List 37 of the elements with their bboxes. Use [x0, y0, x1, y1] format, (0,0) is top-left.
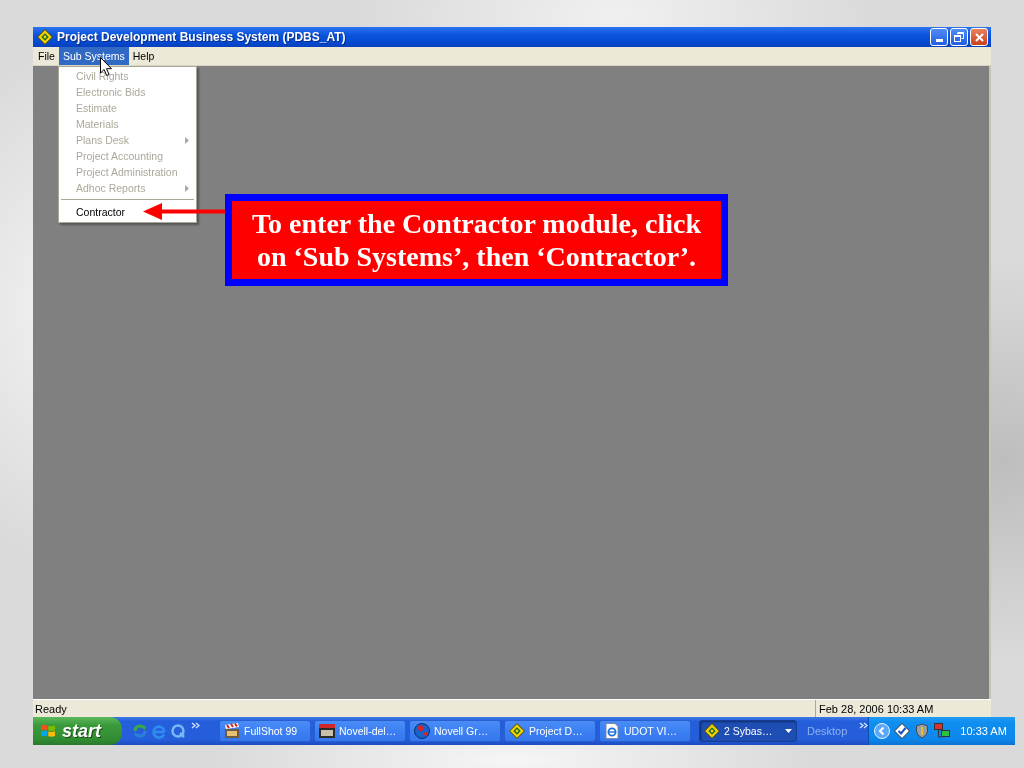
- document-icon: [604, 723, 620, 739]
- instruction-callout: To enter the Contractor module, click on ‘Sub Systems’, then ‘Contractor’.: [225, 194, 728, 286]
- window-icon: [319, 723, 335, 739]
- double-chevron-icon[interactable]: [859, 721, 869, 729]
- tray-clock: 10:33 AM: [960, 725, 1007, 737]
- minimize-button[interactable]: [930, 28, 948, 46]
- ring-icon[interactable]: [170, 723, 186, 739]
- monitors-icon[interactable]: [934, 723, 951, 739]
- taskbar-button[interactable]: Novell Gr…: [409, 720, 501, 742]
- chevron-left-icon[interactable]: [874, 723, 891, 739]
- start-button[interactable]: start: [33, 717, 122, 745]
- window-title: Project Development Business System (PDBS_AT): [57, 30, 347, 44]
- clapperboard-icon: [224, 723, 240, 739]
- double-chevron-icon[interactable]: [191, 721, 200, 729]
- globe-icon: [414, 723, 430, 739]
- restore-button[interactable]: [950, 28, 968, 46]
- diamond-icon: [37, 29, 53, 45]
- restore-icon: [954, 32, 964, 42]
- shield-icon[interactable]: [914, 723, 931, 739]
- taskbar-button[interactable]: Novell-del…: [314, 720, 406, 742]
- menu-item[interactable]: File: [34, 47, 59, 65]
- check-badge-icon[interactable]: [894, 723, 911, 739]
- menu-item[interactable]: Help: [128, 47, 159, 65]
- toolbar-label: Desktop: [807, 725, 848, 737]
- menu-item[interactable]: Sub Systems: [58, 47, 129, 65]
- status-text: Ready: [34, 701, 68, 717]
- dropdown-item[interactable]: Contractor: [59, 204, 130, 220]
- close-icon: [974, 32, 984, 42]
- taskbar-button[interactable]: UDOT VI…: [599, 720, 691, 742]
- taskbar-button[interactable]: FullShot 99: [219, 720, 311, 742]
- minimize-icon: [935, 39, 943, 42]
- diamond-icon: [509, 723, 525, 739]
- flag-icon: [40, 723, 56, 739]
- taskbar-button[interactable]: Project D…: [504, 720, 596, 742]
- diamond-icon: [704, 723, 720, 739]
- taskbar-button[interactable]: 2 Sybas…: [699, 720, 797, 742]
- close-button[interactable]: [970, 28, 988, 46]
